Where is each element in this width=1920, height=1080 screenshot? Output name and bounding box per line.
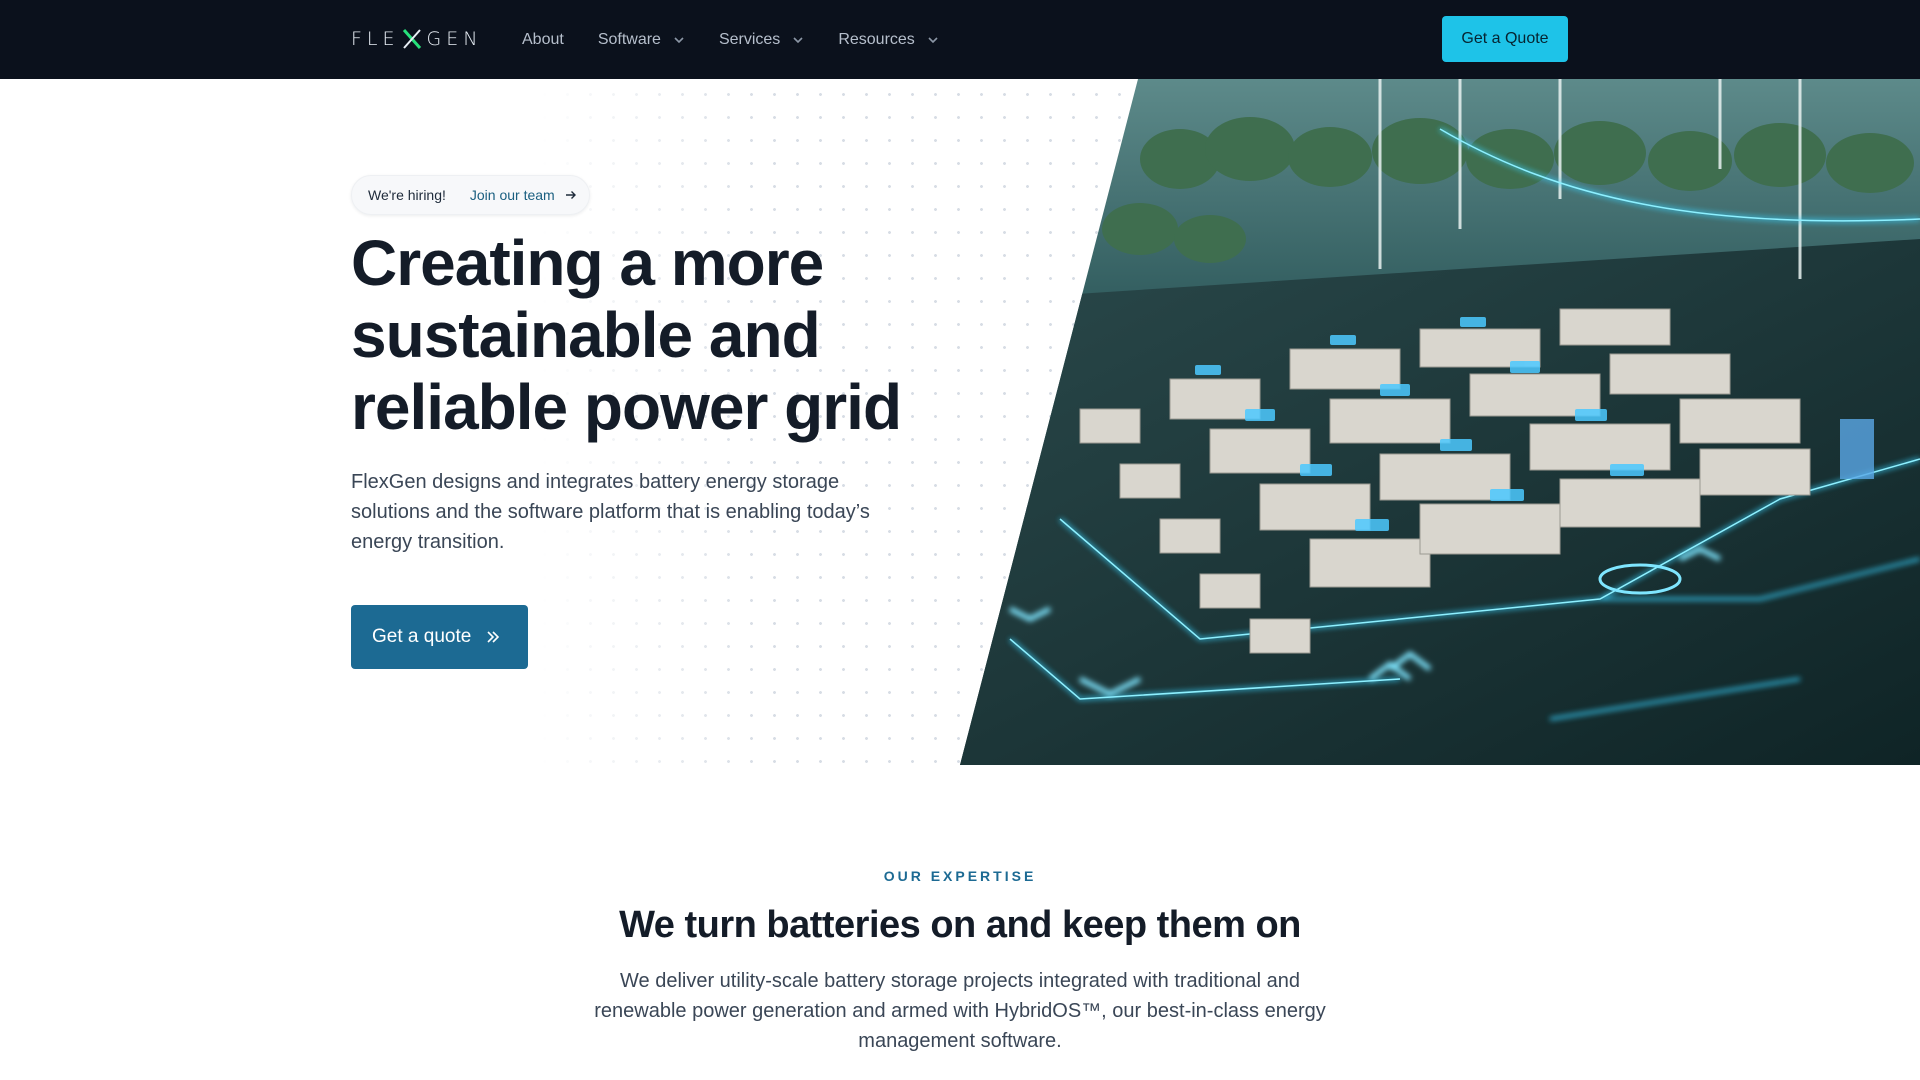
- logo-x-mark-icon: [401, 28, 423, 50]
- chevron-down-icon: [674, 36, 684, 43]
- nav-item-services[interactable]: Services: [719, 31, 804, 49]
- logo-text-left: FLE: [351, 28, 400, 50]
- section-eyebrow: OUR EXPERTISE: [883, 868, 1037, 884]
- chevron-down-icon: [793, 36, 803, 43]
- nav-item-software[interactable]: Software: [598, 31, 685, 49]
- hero-description: FlexGen designs and integrates battery e…: [351, 471, 870, 553]
- get-a-quote-nav-button[interactable]: Get a Quote: [1442, 16, 1568, 62]
- battery-storage-site-image: [960, 79, 1920, 765]
- hiring-badge: We're hiring!: [368, 187, 446, 203]
- nav-item-about[interactable]: About: [522, 31, 564, 49]
- chevron-down-icon: [928, 36, 938, 43]
- hiring-pill-link[interactable]: We're hiring! Join our team: [351, 175, 590, 215]
- join-team-link: Join our team: [470, 187, 577, 203]
- double-chevron-right-icon: [487, 631, 500, 643]
- nav-item-label: About: [522, 30, 564, 48]
- logo-text-right: GEN: [426, 28, 483, 50]
- get-a-quote-hero-button[interactable]: Get a quote: [351, 605, 528, 669]
- section-description: We deliver utility-scale battery storage…: [594, 970, 1326, 1052]
- join-team-label: Join our team: [469, 187, 555, 203]
- hero-section: We're hiring! Join our team Creating a m…: [0, 79, 1920, 765]
- hero-title: Creating a more sustainable and reliable…: [351, 227, 902, 443]
- nav-item-label: Resources: [838, 30, 915, 48]
- nav-item-resources[interactable]: Resources: [838, 31, 938, 49]
- top-navigation: FLE GEN About Software Services Resource…: [0, 0, 1920, 79]
- arrow-right-icon: [565, 191, 576, 199]
- primary-menu: About Software Services Resources: [522, 0, 973, 79]
- nav-item-label: Software: [597, 30, 661, 48]
- section-title: We turn batteries on and keep them on: [619, 904, 1301, 946]
- button-label: Get a quote: [372, 626, 472, 647]
- flexgen-logo[interactable]: FLE GEN: [351, 27, 482, 51]
- nav-item-label: Services: [718, 30, 781, 48]
